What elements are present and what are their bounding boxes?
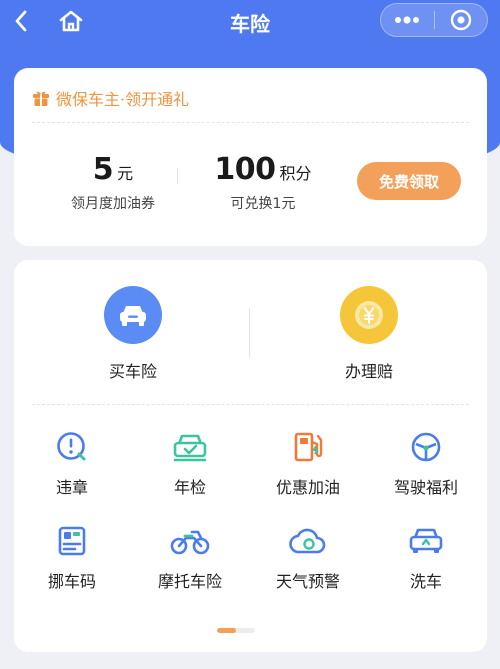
- stat-label: 可兑换1元: [230, 196, 296, 212]
- page-indicator: [217, 628, 255, 633]
- promo-heading-text: 微保车主·领开通礼: [56, 90, 190, 109]
- service-violation[interactable]: 违章: [22, 428, 122, 498]
- points-stat: 100 积分 可兑换1元: [198, 152, 328, 213]
- service-fuel-discount[interactable]: 优惠加油: [258, 428, 358, 498]
- stat-label: 领月度加油券: [71, 196, 155, 212]
- navigation-bar: 车险: [0, 0, 500, 44]
- service-label: 违章: [55, 478, 88, 497]
- weather-icon: [288, 522, 328, 560]
- service-label: 优惠加油: [275, 478, 340, 497]
- car-wash-icon: [406, 522, 446, 560]
- fuel-coupon-stat: 5元 领月度加油券: [58, 152, 168, 213]
- move-car-code-icon: [52, 522, 92, 560]
- stat-value: 100: [214, 152, 276, 187]
- more-dots-icon: [395, 16, 420, 24]
- buy-insurance-item[interactable]: 买车险: [63, 286, 203, 382]
- promo-heading[interactable]: 微保车主·领开通礼: [32, 86, 189, 110]
- services-divider: [32, 404, 469, 405]
- stat-unit: 积分: [279, 164, 312, 183]
- buy-insurance-label: 买车险: [108, 362, 157, 381]
- service-label: 天气预警: [275, 572, 340, 591]
- service-label: 年检: [173, 478, 206, 497]
- back-button[interactable]: [4, 4, 38, 38]
- promo-divider: [32, 122, 469, 123]
- service-label: 驾驶福利: [393, 478, 458, 497]
- annual-inspection-icon: [170, 428, 210, 466]
- service-annual-inspection[interactable]: 年检: [140, 428, 240, 498]
- gift-icon: [33, 91, 49, 106]
- stat-separator: [177, 168, 178, 184]
- service-driving-benefits[interactable]: 驾驶福利: [376, 428, 476, 498]
- mini-program-capsule: [380, 3, 488, 37]
- page-indicator-active: [217, 628, 236, 633]
- home-icon: [59, 10, 83, 32]
- car-icon: [104, 286, 162, 344]
- close-button[interactable]: [434, 4, 487, 36]
- services-card: 买车险 办理赔 违章 年检 优惠加油 驾驶福利 挪车码 摩托车险 天气预警 洗车: [14, 260, 487, 652]
- service-motorcycle-insurance[interactable]: 摩托车险: [140, 522, 240, 592]
- service-label: 摩托车险: [157, 572, 222, 591]
- more-button[interactable]: [381, 4, 434, 36]
- yuan-coin-icon: [340, 286, 398, 344]
- service-car-wash[interactable]: 洗车: [376, 522, 476, 592]
- violation-icon: [52, 428, 92, 466]
- record-circle-icon: [450, 9, 471, 31]
- claim-button[interactable]: 免费领取: [357, 162, 461, 200]
- stat-value: 5: [92, 152, 114, 187]
- stat-unit: 元: [117, 164, 134, 183]
- chevron-left-icon: [15, 10, 27, 32]
- service-move-car-code[interactable]: 挪车码: [22, 522, 122, 592]
- file-claim-label: 办理赔: [344, 362, 393, 381]
- file-claim-item[interactable]: 办理赔: [299, 286, 439, 382]
- service-label: 挪车码: [47, 572, 96, 591]
- service-weather-alert[interactable]: 天气预警: [258, 522, 358, 592]
- service-label: 洗车: [409, 572, 442, 591]
- motorcycle-icon: [170, 522, 210, 560]
- home-button[interactable]: [52, 4, 90, 38]
- primary-separator: [249, 308, 250, 358]
- steering-wheel-icon: [406, 428, 446, 466]
- promo-card: 微保车主·领开通礼 5元 领月度加油券 100 积分 可兑换1元 免费领取: [14, 68, 487, 246]
- fuel-pump-icon: [288, 428, 328, 466]
